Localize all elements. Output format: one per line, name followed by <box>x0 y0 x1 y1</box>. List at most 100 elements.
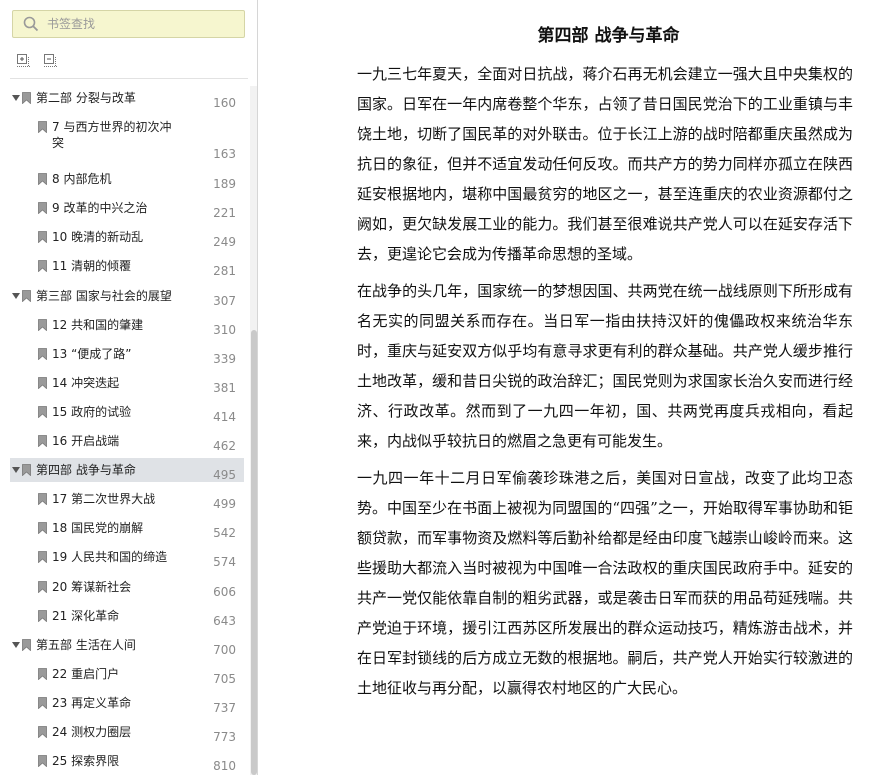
toc-page-number: 310 <box>213 322 236 337</box>
toc-page-number: 773 <box>213 730 236 744</box>
toc-item-label: 第二部 分裂与改革 <box>36 91 136 105</box>
toc-page-number: 606 <box>213 584 236 599</box>
expand-all-icon[interactable] <box>16 53 32 69</box>
toc-page-number: 381 <box>213 380 236 395</box>
toc-item-label: 25 探索界限 <box>52 754 120 769</box>
toc-item-label: 23 再定义革命 <box>52 695 132 710</box>
toc-page-number: 495 <box>213 468 236 483</box>
toc-item-label: 14 冲突迭起 <box>52 375 120 390</box>
toc-chapter-item[interactable]: 9 改革的中兴之治 221 <box>0 196 244 220</box>
toc-page-number: 189 <box>213 177 236 192</box>
toc-page-number: 737 <box>213 700 236 715</box>
toc-page-number: 462 <box>213 439 236 453</box>
toc-item-label: 18 国民党的崩解 <box>52 521 144 536</box>
collapse-all-icon[interactable] <box>43 53 59 69</box>
toc-chapter-item[interactable]: 12 共和国的肇建 310 <box>0 313 244 337</box>
toc-item-label: 9 改革的中兴之治 <box>52 201 148 216</box>
toc-item-label: 7 与西方世界的初次冲突 <box>52 120 172 151</box>
toc-chapter-item[interactable]: 23 再定义革命 737 <box>0 691 244 715</box>
bookmark-search-box[interactable] <box>12 10 245 38</box>
toc-chapter-item[interactable]: 14 冲突迭起 381 <box>0 371 244 395</box>
toc-item-label: 8 内部危机 <box>52 172 112 187</box>
toc-item-label: 13 “便成了路” <box>52 346 132 361</box>
bookmark-icon <box>38 405 47 418</box>
toc-page-number: 221 <box>213 206 236 221</box>
search-icon <box>23 16 39 32</box>
toc-chapter-item[interactable]: 10 晚清的新动乱 249 <box>0 225 244 249</box>
reading-pane: 第四部 战争与革命 一九三七年夏天，全面对日抗战，蒋介石再无机会建立一强大且中央… <box>259 0 872 775</box>
toc-part-item[interactable]: 第五部 生活在人间 700 <box>10 633 244 657</box>
bookmark-icon <box>38 580 47 593</box>
chapter-title: 第四部 战争与革命 <box>537 26 680 46</box>
toc-chapter-item[interactable]: 7 与西方世界的初次冲突 163 <box>0 115 244 165</box>
toc-chapter-item[interactable]: 18 国民党的崩解 542 <box>0 516 244 540</box>
toc-item-label: 21 深化革命 <box>52 608 120 623</box>
toc-part-item[interactable]: 第三部 国家与社会的展望 307 <box>10 284 244 308</box>
toc-item-label: 11 清朝的倾覆 <box>52 259 132 274</box>
toc-page-number: 574 <box>213 555 236 570</box>
bookmark-icon <box>38 726 47 738</box>
toc-item-label: 12 共和国的肇建 <box>52 317 144 332</box>
toc-item-label: 第四部 战争与革命 <box>36 463 136 478</box>
toc-part-item[interactable]: 第四部 战争与革命 495 <box>10 458 244 483</box>
bookmark-icon <box>38 318 47 331</box>
bookmark-icon <box>38 202 47 215</box>
toc-item-label: 第三部 国家与社会的展望 <box>36 288 172 303</box>
expand-triangle-icon[interactable] <box>12 292 20 299</box>
toc-page-number: 281 <box>213 264 236 279</box>
expand-triangle-icon[interactable] <box>12 95 20 101</box>
toc-item-label: 24 测权力圈层 <box>52 725 132 739</box>
toc-chapter-item[interactable]: 24 测权力圈层 773 <box>0 720 244 744</box>
toc-item-label: 20 筹谋新社会 <box>52 579 132 594</box>
toc-chapter-item[interactable]: 13 “便成了路” 339 <box>0 342 244 366</box>
toc-chapter-item[interactable]: 11 清朝的倾覆 281 <box>0 254 244 278</box>
expand-triangle-icon[interactable] <box>12 641 20 648</box>
bookmark-icon <box>22 289 31 302</box>
bookmark-icon <box>38 435 47 447</box>
toc-page-number: 414 <box>213 409 236 424</box>
bookmark-icon <box>38 231 47 244</box>
toc-chapter-item[interactable]: 25 探索界限 810 <box>0 749 244 773</box>
toc-page-number: 499 <box>213 497 236 512</box>
toc-item-label: 10 晚清的新动乱 <box>52 230 144 245</box>
toc-page-number: 249 <box>213 235 236 250</box>
toc-item-label: 22 重启门户 <box>52 666 120 681</box>
bookmark-icon <box>38 696 47 709</box>
toc-item-label: 16 开启战端 <box>52 434 120 448</box>
bookmark-icon <box>38 347 47 360</box>
toc-chapter-item[interactable]: 17 第二次世界大战 499 <box>0 487 244 511</box>
bookmark-icon <box>38 667 47 680</box>
toc-item-label: 17 第二次世界大战 <box>52 492 156 507</box>
toc-part-item[interactable]: 第二部 分裂与改革 160 <box>10 86 244 110</box>
toc-page-number: 705 <box>213 671 236 686</box>
toc-chapter-item[interactable]: 16 开启战端 462 <box>0 429 244 453</box>
toc-chapter-item[interactable]: 21 深化革命 643 <box>0 604 244 628</box>
toc-item-label: 第五部 生活在人间 <box>36 637 136 652</box>
body-paragraph: 一九四一年十二月日军偷袭珍珠港之后，美国对日宣战，改变了此均卫态势。中国至少在书… <box>357 469 853 697</box>
toc-page-number: 339 <box>213 351 236 366</box>
toc-page-number: 307 <box>213 293 236 308</box>
body-paragraph: 在战争的头几年，国家统一的梦想因国、共两党在统一战线原则下所形成有名无实的同盟关… <box>357 282 853 450</box>
toc-item-label: 15 政府的试验 <box>52 404 132 419</box>
sidebar-scrollbar-thumb[interactable] <box>251 330 257 775</box>
bookmark-icon <box>22 638 31 651</box>
bookmark-icon <box>38 755 47 768</box>
bookmark-icon <box>22 92 31 104</box>
toolbar-divider <box>10 78 248 79</box>
bookmark-icon <box>38 609 47 622</box>
toc-page-number: 643 <box>213 613 236 628</box>
toc-page-number: 542 <box>213 526 236 541</box>
bookmark-icon <box>38 493 47 506</box>
toc-item-label: 19 人民共和国的缔造 <box>52 550 168 565</box>
expand-triangle-icon[interactable] <box>12 467 20 474</box>
toc-page-number: 700 <box>213 642 236 657</box>
bookmark-search-input[interactable] <box>47 14 237 34</box>
bookmark-sidebar: 第二部 分裂与改革 160 7 与西方世界的初次冲突 163 8 内部危机 189 9 改革… <box>0 0 258 775</box>
toc-chapter-item[interactable]: 19 人民共和国的缔造 574 <box>0 545 244 569</box>
toc-page-number: 163 <box>213 147 236 162</box>
toc-chapter-item[interactable]: 8 内部危机 189 <box>0 167 244 191</box>
toc-chapter-item[interactable]: 22 重启门户 705 <box>0 662 244 686</box>
toc-chapter-item[interactable]: 15 政府的试验 414 <box>0 400 244 424</box>
bookmark-icon <box>38 522 47 535</box>
toc-chapter-item[interactable]: 20 筹谋新社会 606 <box>0 575 244 599</box>
